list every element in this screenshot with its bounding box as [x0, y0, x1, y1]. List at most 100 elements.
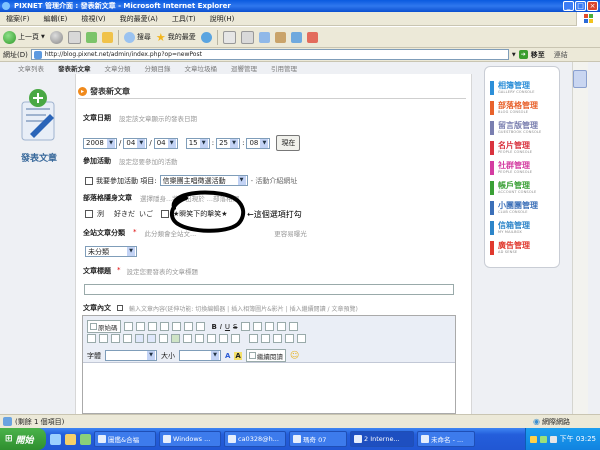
event-select[interactable]: 信樂團主唱徵選活動 ▼ [159, 175, 248, 186]
event-checkbox[interactable] [85, 176, 93, 185]
find-icon[interactable] [273, 334, 282, 343]
align-right-icon[interactable] [111, 334, 120, 343]
new-page-icon[interactable] [123, 322, 133, 331]
page-scrollbar[interactable] [572, 62, 588, 414]
strikethrough-icon[interactable]: S [233, 323, 237, 331]
search-button[interactable]: 搜尋 [123, 31, 151, 43]
tab-trash[interactable]: 文章垃圾桶 [185, 63, 218, 73]
bg-color-icon[interactable]: A [234, 351, 242, 360]
tab-trackbacks[interactable]: 引用管理 [271, 63, 297, 73]
close-button[interactable]: × [587, 1, 598, 11]
minimize-button[interactable]: _ [563, 1, 574, 11]
console-item-gallery[interactable]: 相簿管理 GALLERY CONSOLE [490, 78, 556, 98]
bold-icon[interactable]: B [212, 323, 217, 331]
undo-icon[interactable] [249, 334, 258, 343]
select-all-icon[interactable] [297, 334, 306, 343]
table-icon[interactable] [195, 334, 204, 343]
edit-button[interactable] [258, 31, 270, 43]
tab-categories[interactable]: 文章分類 [105, 63, 131, 73]
menu-file[interactable]: 檔案(F) [4, 14, 32, 24]
paste-word-icon[interactable] [195, 322, 205, 331]
tray-icon[interactable] [539, 435, 547, 443]
event-info-link[interactable]: - 活動介紹網址 [251, 176, 298, 186]
text-color-icon[interactable]: A [225, 352, 230, 360]
console-item-account[interactable]: 帳戶管理 ACCOUNT CONSOLE [490, 178, 556, 198]
align-justify-icon[interactable] [123, 334, 132, 343]
site-category-select[interactable]: 未分類 ▼ [85, 246, 137, 257]
quicklaunch-desktop-icon[interactable] [65, 433, 76, 445]
favorites-button[interactable]: ★ 我的最愛 [156, 31, 196, 44]
day-select[interactable]: 04 ▼ [153, 137, 178, 149]
indent-icon[interactable] [276, 322, 286, 331]
hidden-checkbox-1[interactable] [85, 210, 93, 218]
console-item-mailbox[interactable]: 信箱管理 MY MAILBOX [490, 218, 556, 238]
flash-icon[interactable] [183, 334, 192, 343]
italic-icon[interactable]: I [220, 323, 222, 331]
menu-edit[interactable]: 編輯(E) [42, 14, 70, 24]
console-item-community[interactable]: 社群管理 PEOPLE CONSOLE [490, 158, 556, 178]
history-button[interactable] [200, 31, 212, 43]
go-button[interactable]: 移至 [531, 50, 545, 60]
quicklaunch-ie-icon[interactable] [50, 433, 61, 445]
tray-icon[interactable] [529, 435, 537, 443]
messenger-button[interactable] [290, 31, 302, 43]
menu-help[interactable]: 說明(H) [208, 14, 237, 24]
source-button[interactable]: 原始碼 [87, 320, 121, 333]
menu-favorites[interactable]: 我的最愛(A) [118, 14, 160, 24]
align-center-icon[interactable] [99, 334, 108, 343]
anchor-icon[interactable] [159, 334, 168, 343]
paste-icon[interactable] [171, 322, 181, 331]
go-arrow-icon[interactable]: ➜ [518, 50, 528, 59]
tab-comments[interactable]: 迴響管理 [231, 63, 257, 73]
scrollbar-thumb[interactable] [573, 70, 587, 88]
start-button[interactable]: ⊞ 開始 [0, 428, 46, 450]
task-item[interactable]: Windows ... [159, 431, 221, 447]
console-item-ads[interactable]: 廣告管理 AD SENSE [490, 238, 556, 258]
discuss-button[interactable] [274, 31, 286, 43]
task-item[interactable]: 圖鑑&合福 [94, 431, 156, 447]
quote-icon[interactable] [288, 322, 298, 331]
tab-directory[interactable]: 分類目錄 [145, 63, 171, 73]
title-input[interactable] [84, 284, 454, 295]
clock[interactable]: 下午 03:25 [560, 434, 596, 444]
task-item-active[interactable]: 2 Interne... [350, 431, 414, 447]
unlink-icon[interactable] [147, 334, 156, 343]
quicklaunch-media-icon[interactable] [80, 433, 91, 445]
special-char-icon[interactable] [231, 334, 240, 343]
now-button[interactable]: 現在 [276, 135, 301, 151]
image-icon[interactable] [171, 334, 180, 343]
replace-icon[interactable] [285, 334, 294, 343]
tab-post-list[interactable]: 文章列表 [18, 63, 44, 73]
mail-button[interactable] [222, 30, 236, 44]
back-button[interactable]: 上一頁 ▼ [3, 30, 45, 44]
address-input[interactable]: http://blog.pixnet.net/admin/index.php?o… [30, 49, 509, 60]
expand-icon[interactable] [117, 305, 123, 311]
year-select[interactable]: 2008 ▼ [83, 137, 117, 149]
home-button[interactable] [101, 31, 113, 43]
ordered-list-icon[interactable] [240, 322, 250, 331]
preview-icon[interactable] [135, 322, 145, 331]
unordered-list-icon[interactable] [252, 322, 262, 331]
forward-button[interactable] [49, 30, 63, 44]
redo-icon[interactable] [261, 334, 270, 343]
hour-select[interactable]: 15 ▼ [185, 137, 210, 149]
tab-new-post[interactable]: 發表新文章 [58, 63, 91, 73]
menu-tools[interactable]: 工具(T) [170, 14, 198, 24]
minute-select[interactable]: 25 ▼ [216, 137, 241, 149]
console-item-guestbook[interactable]: 留言版管理 GUESTBOOK CONSOLE [490, 118, 556, 138]
smiley-icon[interactable] [219, 334, 228, 343]
volume-icon[interactable] [549, 435, 557, 443]
print-button[interactable] [240, 30, 254, 44]
outdent-icon[interactable] [264, 322, 274, 331]
console-item-club[interactable]: 小團團管理 CLUB CONSOLE [490, 198, 556, 218]
link-icon[interactable] [135, 334, 144, 343]
menu-view[interactable]: 檢視(V) [79, 14, 107, 24]
rule-icon[interactable] [207, 334, 216, 343]
console-item-profile[interactable]: 名片管理 PEOPLE CONSOLE [490, 138, 556, 158]
address-dropdown-icon[interactable]: ▼ [512, 52, 516, 58]
paste-text-icon[interactable] [183, 322, 193, 331]
emoticon-icon[interactable]: ☺ [290, 351, 299, 361]
cut-icon[interactable] [147, 322, 157, 331]
size-select[interactable]: ▼ [179, 350, 221, 361]
task-item[interactable]: 瑪奇 07 [289, 431, 347, 447]
